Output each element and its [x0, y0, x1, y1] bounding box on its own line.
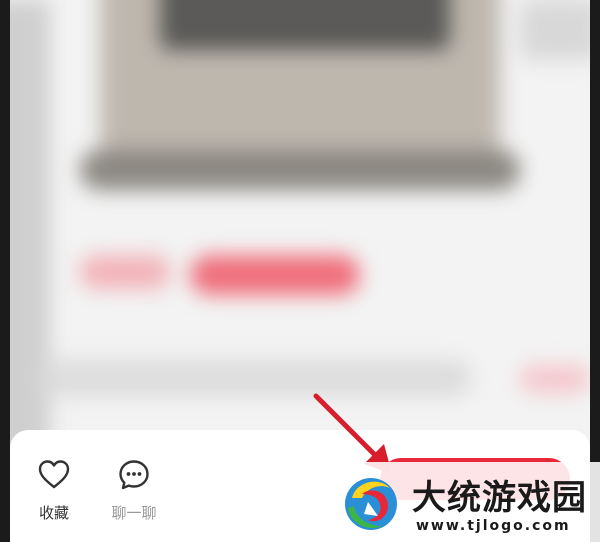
favorite-label: 收藏 [38, 504, 69, 522]
watermark: 大统游戏园 www.tjlogo.com [332, 462, 600, 542]
favorite-button[interactable]: 收藏 [24, 458, 84, 523]
phone-screen: 收藏 聊一聊 [10, 0, 590, 542]
watermark-title: 大统游戏园 [412, 478, 587, 518]
watermark-url: www.tjlogo.com [416, 518, 571, 534]
site-logo-icon [345, 478, 397, 530]
chat-label: 聊一聊 [111, 504, 157, 522]
heart-outline-icon [38, 460, 70, 489]
chat-bubble-icon [119, 460, 149, 490]
chat-button[interactable]: 聊一聊 [104, 458, 164, 523]
